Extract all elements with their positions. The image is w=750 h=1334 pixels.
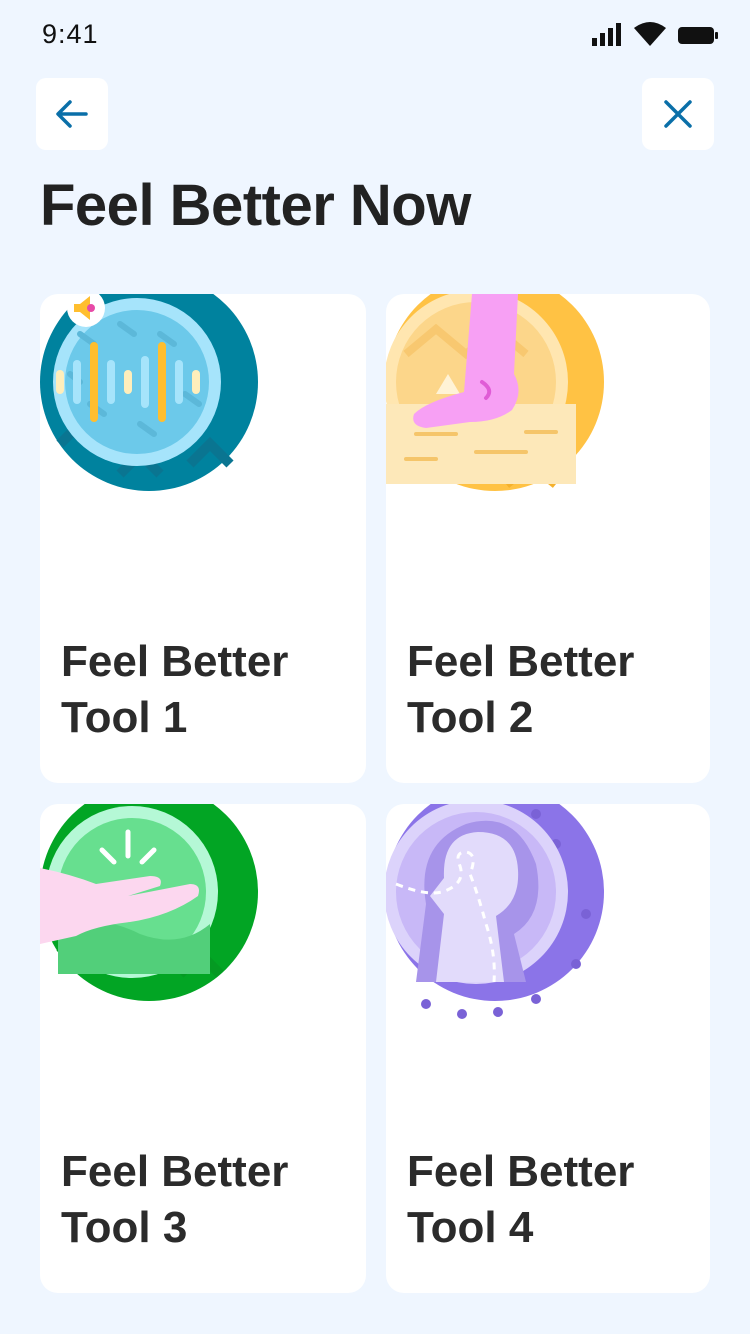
tool-card-2[interactable]: Feel Better Tool 2 xyxy=(386,294,710,783)
battery-icon xyxy=(678,27,718,44)
open-hand-icon xyxy=(40,804,258,1001)
breathing-head-icon xyxy=(386,804,604,1019)
close-button[interactable] xyxy=(642,78,714,150)
tool-card-title: Feel Better Tool 3 xyxy=(61,1147,289,1252)
status-bar: 9:41 xyxy=(0,0,750,70)
status-icons xyxy=(592,22,718,46)
tool-card-1[interactable]: Feel Better Tool 1 xyxy=(40,294,366,783)
tool-card-title: Feel Better Tool 2 xyxy=(407,637,635,742)
foot-grounding-icon xyxy=(386,294,604,491)
signal-icon xyxy=(592,23,621,46)
arrow-left-icon xyxy=(56,100,88,128)
close-icon xyxy=(664,100,692,128)
wifi-icon xyxy=(634,22,666,46)
tool-card-title: Feel Better Tool 4 xyxy=(407,1147,635,1252)
audio-wave-icon xyxy=(40,294,258,491)
tool-card-4[interactable]: Feel Better Tool 4 xyxy=(386,804,710,1293)
status-time: 9:41 xyxy=(42,19,99,49)
tool-card-3[interactable]: Feel Better Tool 3 xyxy=(40,804,366,1293)
page-title: Feel Better Now xyxy=(40,173,471,238)
tool-card-title: Feel Better Tool 1 xyxy=(61,637,289,742)
back-button[interactable] xyxy=(36,78,108,150)
